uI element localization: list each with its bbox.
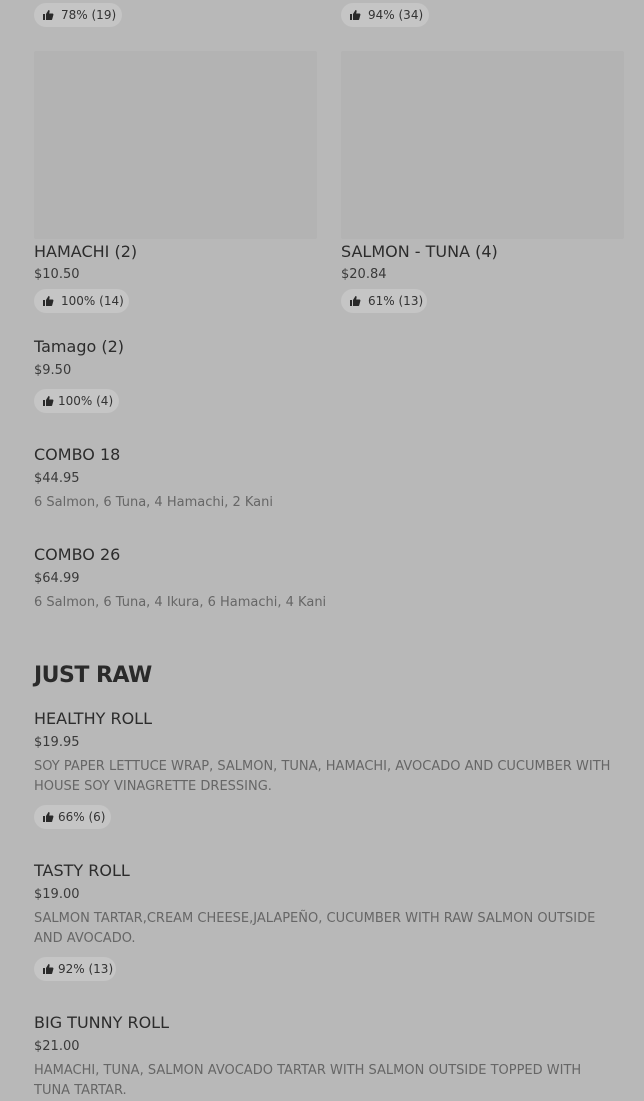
rating-text: 61% (13) (368, 294, 424, 308)
thumbs-up-icon (42, 395, 54, 407)
item-name[interactable]: COMBO 18 (34, 445, 120, 464)
item-price: $9.50 (34, 363, 72, 378)
item-price: $19.95 (34, 735, 80, 750)
item-name[interactable]: HEALTHY ROLL (34, 709, 152, 728)
item-name[interactable]: COMBO 26 (34, 545, 120, 564)
thumbs-up-icon (42, 963, 54, 975)
rating-badge: 100% (14) (34, 289, 129, 313)
rating-badge: 66% (6) (34, 805, 111, 829)
rating-text: 92% (13) (58, 962, 114, 976)
section-title: JUST RAW (34, 663, 152, 688)
item-description: SALMON TARTAR,CREAM CHEESE,JALAPEÑO, CUC… (34, 911, 596, 946)
item-description: SOY PAPER LETTUCE WRAP, SALMON, TUNA, HA… (34, 759, 611, 794)
item-description: 6 Salmon, 6 Tuna, 4 Ikura, 6 Hamachi, 4 … (34, 595, 327, 610)
rating-badge: 78% (19) (34, 3, 122, 27)
thumbs-up-icon (349, 9, 361, 21)
rating-text: 94% (34) (368, 8, 424, 22)
thumbs-up-icon (42, 811, 54, 823)
item-name[interactable]: SALMON - TUNA (4) (341, 242, 498, 261)
rating-text: 66% (6) (58, 810, 106, 824)
rating-badge: 92% (13) (34, 957, 116, 981)
rating-badge: 61% (13) (341, 289, 427, 313)
item-price: $19.00 (34, 887, 80, 902)
item-description: HAMACHI, TUNA, SALMON AVOCADO TARTAR WIT… (34, 1063, 582, 1098)
item-name[interactable]: TASTY ROLL (34, 861, 130, 880)
item-price: $21.00 (34, 1039, 80, 1054)
rating-text: 100% (14) (61, 294, 124, 308)
rating-badge: 94% (34) (341, 3, 429, 27)
thumbs-up-icon (42, 295, 54, 307)
item-description: 6 Salmon, 6 Tuna, 4 Hamachi, 2 Kani (34, 495, 273, 510)
item-name[interactable]: Tamago (2) (34, 337, 124, 356)
rating-text: 78% (19) (61, 8, 117, 22)
item-image-salmon-tuna[interactable] (341, 51, 624, 239)
item-price: $10.50 (34, 267, 80, 282)
item-price: $20.84 (341, 267, 387, 282)
item-name[interactable]: BIG TUNNY ROLL (34, 1013, 169, 1032)
item-price: $44.95 (34, 471, 80, 486)
item-price: $64.99 (34, 571, 80, 586)
rating-text: 100% (4) (58, 394, 114, 408)
thumbs-up-icon (42, 9, 54, 21)
item-name[interactable]: HAMACHI (2) (34, 242, 137, 261)
rating-badge: 100% (4) (34, 389, 119, 413)
item-image-hamachi[interactable] (34, 51, 317, 239)
thumbs-up-icon (349, 295, 361, 307)
